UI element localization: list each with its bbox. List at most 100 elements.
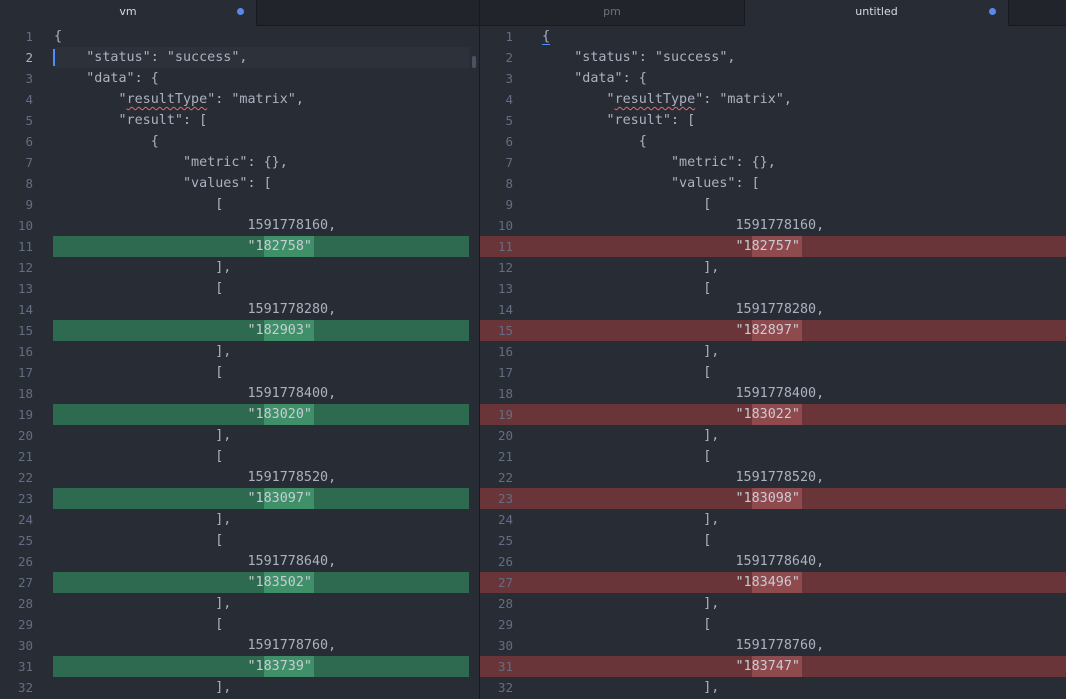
right-editor-pane[interactable]: 1{2 "status": "success", 3 "data": {4 "re… (480, 26, 1066, 699)
line-number: 24 (497, 512, 513, 527)
editor-line[interactable]: 27 "183496" (480, 572, 1066, 593)
editor-line[interactable]: 8 "values": [ (0, 173, 479, 194)
editor-line[interactable]: 4 "resultType": "matrix", (0, 89, 479, 110)
editor-line[interactable]: 28 ], (0, 593, 479, 614)
line-number: 9 (25, 197, 33, 212)
editor-line[interactable]: 19 "183022" (480, 404, 1066, 425)
code-text: ], (54, 428, 232, 443)
editor-line[interactable]: 4 "resultType": "matrix", (480, 89, 1066, 110)
left-tab-bar: vm (0, 0, 479, 27)
editor-line[interactable]: 11 "182758" (0, 236, 479, 257)
editor-line[interactable]: 32 ], (0, 677, 479, 698)
code-text: "183739" (54, 659, 312, 674)
tab-pm[interactable]: pm (480, 0, 744, 26)
editor-line[interactable]: 25 [ (480, 530, 1066, 551)
editor-line[interactable]: 10 1591778160, (0, 215, 479, 236)
editor-line[interactable]: 3 "data": { (480, 68, 1066, 89)
code-text: ], (54, 260, 232, 275)
editor-line[interactable]: 14 1591778280, (0, 299, 479, 320)
editor-line[interactable]: 29 [ (480, 614, 1066, 635)
editor-line[interactable]: 12 ], (0, 257, 479, 278)
line-number: 29 (497, 617, 513, 632)
line-number: 28 (17, 596, 33, 611)
editor-line[interactable]: 21 [ (480, 446, 1066, 467)
editor-line[interactable]: 14 1591778280, (480, 299, 1066, 320)
editor-line[interactable]: 21 [ (0, 446, 479, 467)
editor-line[interactable]: 9 [ (0, 194, 479, 215)
editor-line[interactable]: 13 [ (0, 278, 479, 299)
editor-line[interactable]: 17 [ (0, 362, 479, 383)
editor-line[interactable]: 1{ (480, 26, 1066, 47)
editor-line[interactable]: 16 ], (480, 341, 1066, 362)
editor-line[interactable]: 15 "182897" (480, 320, 1066, 341)
code-text: [ (542, 449, 712, 464)
code-text: 1591778520, (54, 470, 337, 485)
code-text: ], (542, 596, 720, 611)
editor-line[interactable]: 6 { (480, 131, 1066, 152)
line-number: 28 (497, 596, 513, 611)
editor-line[interactable]: 13 [ (480, 278, 1066, 299)
left-editor-pane[interactable]: 1{2 "status": "success", 3 "data": {4 "re… (0, 26, 479, 699)
editor-line[interactable]: 2 "status": "success", (480, 47, 1066, 68)
editor-line[interactable]: 22 1591778520, (480, 467, 1066, 488)
editor-line[interactable]: 7 "metric": {}, (480, 152, 1066, 173)
line-number: 22 (17, 470, 33, 485)
line-number: 29 (17, 617, 33, 632)
code-text: "182903" (54, 323, 312, 338)
editor-line[interactable]: 12 ], (480, 257, 1066, 278)
editor-line[interactable]: 20 ], (0, 425, 479, 446)
code-text: ], (542, 512, 720, 527)
line-number: 16 (17, 344, 33, 359)
editor-line[interactable]: 28 ], (480, 593, 1066, 614)
editor-line[interactable]: 18 1591778400, (0, 383, 479, 404)
editor-line[interactable]: 29 [ (0, 614, 479, 635)
editor-line[interactable]: 7 "metric": {}, (0, 152, 479, 173)
code-text: [ (54, 449, 224, 464)
editor-line[interactable]: 24 ], (0, 509, 479, 530)
editor-line[interactable]: 30 1591778760, (0, 635, 479, 656)
editor-line[interactable]: 25 [ (0, 530, 479, 551)
diff-editor-window: vm pm untitled 1{2 "status": "success", 3… (0, 0, 1066, 699)
editor-line[interactable]: 26 1591778640, (480, 551, 1066, 572)
editor-line[interactable]: 31 "183739" (0, 656, 479, 677)
line-number: 15 (497, 323, 513, 338)
line-number: 23 (497, 491, 513, 506)
line-number: 1 (25, 29, 33, 44)
editor-line[interactable]: 27 "183502" (0, 572, 479, 593)
line-number: 21 (17, 449, 33, 464)
editor-line[interactable]: 11 "182757" (480, 236, 1066, 257)
editor-line[interactable]: 17 [ (480, 362, 1066, 383)
line-number: 3 (505, 71, 513, 86)
editor-line[interactable]: 16 ], (0, 341, 479, 362)
editor-line[interactable]: 23 "183098" (480, 488, 1066, 509)
editor-line[interactable]: 31 "183747" (480, 656, 1066, 677)
editor-line[interactable]: 23 "183097" (0, 488, 479, 509)
tab-label: pm (603, 5, 621, 18)
editor-line[interactable]: 8 "values": [ (480, 173, 1066, 194)
editor-line[interactable]: 26 1591778640, (0, 551, 479, 572)
code-text: "result": [ (542, 113, 696, 128)
editor-line[interactable]: 15 "182903" (0, 320, 479, 341)
tab-vm[interactable]: vm (0, 0, 257, 27)
editor-line[interactable]: 6 { (0, 131, 479, 152)
code-text: ], (54, 680, 232, 695)
line-number: 14 (17, 302, 33, 317)
editor-line[interactable]: 5 "result": [ (480, 110, 1066, 131)
editor-line[interactable]: 24 ], (480, 509, 1066, 530)
tab-untitled[interactable]: untitled (744, 0, 1009, 27)
editor-line[interactable]: 22 1591778520, (0, 467, 479, 488)
code-text: "183097" (54, 491, 312, 506)
editor-line[interactable]: 20 ], (480, 425, 1066, 446)
editor-line[interactable]: 19 "183020" (0, 404, 479, 425)
editor-line[interactable]: 1{ (0, 26, 479, 47)
editor-line[interactable]: 5 "result": [ (0, 110, 479, 131)
editor-line[interactable]: 10 1591778160, (480, 215, 1066, 236)
line-number: 26 (497, 554, 513, 569)
editor-line[interactable]: 18 1591778400, (480, 383, 1066, 404)
code-text: [ (54, 533, 224, 548)
editor-line[interactable]: 3 "data": { (0, 68, 479, 89)
editor-line[interactable]: 30 1591778760, (480, 635, 1066, 656)
editor-line[interactable]: 32 ], (480, 677, 1066, 698)
editor-line[interactable]: 9 [ (480, 194, 1066, 215)
editor-line[interactable]: 2 "status": "success", (0, 47, 479, 68)
